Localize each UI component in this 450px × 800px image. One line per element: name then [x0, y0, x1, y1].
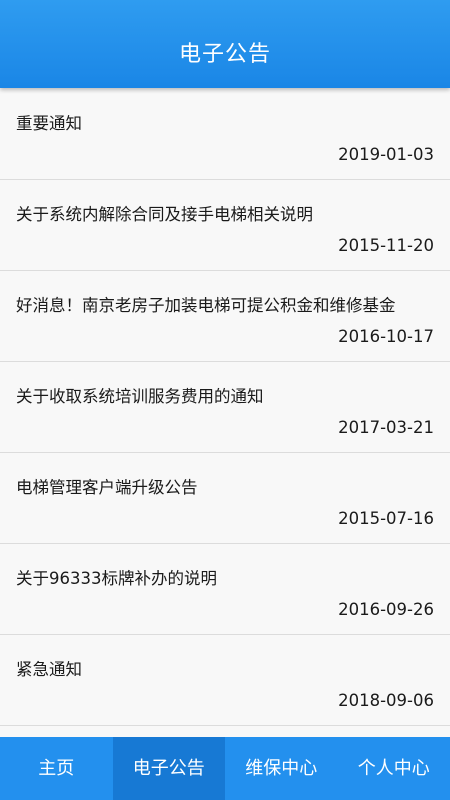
announcement-title: 紧急通知 [16, 660, 82, 679]
list-item[interactable]: 紧急通知 2018-09-06 [0, 635, 450, 726]
list-item[interactable]: 关于系统内解除合同及接手电梯相关说明 2015-11-20 [0, 180, 450, 271]
announcement-date: 2019-01-03 [338, 145, 434, 164]
announcement-date: 2016-09-26 [338, 600, 434, 619]
list-item[interactable]: 好消息！南京老房子加装电梯可提公积金和维修基金 2016-10-17 [0, 271, 450, 362]
tab-home[interactable]: 主页 [0, 737, 113, 800]
app-header: 电子公告 [0, 0, 450, 88]
announcement-date: 2017-03-21 [338, 418, 434, 437]
announcement-date: 2018-09-06 [338, 691, 434, 710]
list-item[interactable]: 关于96333标牌补办的说明 2016-09-26 [0, 544, 450, 635]
bottom-tab-bar: 主页 电子公告 维保中心 个人中心 [0, 737, 450, 800]
announcement-title: 关于系统内解除合同及接手电梯相关说明 [16, 205, 313, 224]
page-title: 电子公告 [178, 42, 271, 67]
list-item[interactable]: 电梯管理客户端升级公告 2015-07-16 [0, 453, 450, 544]
announcement-date: 2016-10-17 [338, 327, 434, 346]
announcement-title: 电梯管理客户端升级公告 [16, 478, 198, 497]
announcement-list: 重要通知 2019-01-03 关于系统内解除合同及接手电梯相关说明 2015-… [0, 89, 450, 737]
announcement-title: 关于收取系统培训服务费用的通知 [16, 387, 264, 406]
list-item[interactable]: 重要通知 2019-01-03 [0, 89, 450, 180]
tab-maintenance-center[interactable]: 维保中心 [225, 737, 338, 800]
announcement-title: 重要通知 [16, 114, 82, 133]
announcement-date: 2015-11-20 [338, 236, 434, 255]
list-item[interactable]: 关于收取系统培训服务费用的通知 2017-03-21 [0, 362, 450, 453]
announcement-date: 2015-07-16 [338, 509, 434, 528]
tab-personal-center[interactable]: 个人中心 [338, 737, 450, 800]
announcement-title: 好消息！南京老房子加装电梯可提公积金和维修基金 [16, 296, 396, 315]
announcement-title: 关于96333标牌补办的说明 [16, 569, 217, 588]
tab-announcements[interactable]: 电子公告 [112, 737, 225, 800]
